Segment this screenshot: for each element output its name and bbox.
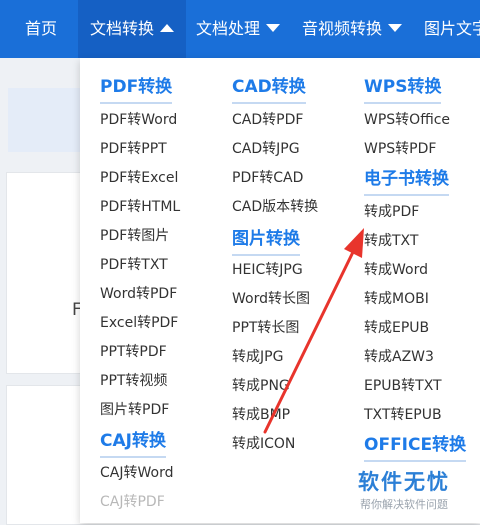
heading-caj-convert: CAJ转换 [100,426,166,458]
link-ebook-to-word[interactable]: 转成Word [364,259,428,279]
nav-av-convert[interactable]: 音视频转换 [302,0,403,58]
link-word-to-long-image[interactable]: Word转长图 [232,288,310,308]
heading-wps-convert: WPS转换 [364,72,442,104]
link-image-to-pdf[interactable]: 图片转PDF [100,399,169,419]
link-caj-to-pdf[interactable]: CAJ转PDF [100,491,165,511]
link-ppt-to-pdf[interactable]: PPT转PDF [100,341,167,361]
top-nav: 首页 文档转换 文档处理 音视频转换 图片文字 [0,0,480,58]
link-epub-to-txt[interactable]: EPUB转TXT [364,375,442,395]
link-cad-to-jpg[interactable]: CAD转JPG [232,138,300,158]
link-ppt-to-video[interactable]: PPT转视频 [100,370,167,390]
link-ppt-to-long-image[interactable]: PPT转长图 [232,317,299,337]
link-pdf-to-image[interactable]: PDF转图片 [100,225,169,245]
link-pdf-to-excel[interactable]: PDF转Excel [100,167,178,187]
link-pdf-to-word[interactable]: PDF转Word [100,109,177,129]
watermark-subtitle: 帮你解决软件问题 [360,498,448,511]
link-heic-to-jpg[interactable]: HEIC转JPG [232,259,303,279]
watermark-logo-text: 软件无忧 [358,470,450,494]
caret-up-icon [160,23,175,32]
nav-image-text[interactable]: 图片文字 [424,0,480,58]
nav-home[interactable]: 首页 [0,0,82,58]
nav-doc-process-label: 文档处理 [196,19,261,38]
caret-down-icon [266,23,281,32]
link-to-png[interactable]: 转成PNG [232,375,290,395]
link-to-icon[interactable]: 转成ICON [232,433,295,453]
link-ebook-to-mobi[interactable]: 转成MOBI [364,288,429,308]
link-ebook-to-azw3[interactable]: 转成AZW3 [364,346,434,366]
heading-cad-convert: CAD转换 [232,72,306,104]
link-ebook-to-epub[interactable]: 转成EPUB [364,317,429,337]
nav-image-text-label: 图片文字 [424,19,480,38]
link-ebook-to-txt[interactable]: 转成TXT [364,230,418,250]
link-to-bmp[interactable]: 转成BMP [232,404,290,424]
nav-home-label: 首页 [24,19,57,38]
heading-office-convert: OFFICE转换 [364,430,467,462]
heading-image-convert: 图片转换 [232,224,300,256]
heading-ebook-convert: 电子书转换 [364,164,449,196]
caret-down-icon [388,23,403,32]
link-cad-version-convert[interactable]: CAD版本转换 [232,196,318,216]
nav-av-convert-label: 音视频转换 [302,19,383,38]
heading-pdf-convert: PDF转换 [100,72,173,104]
link-ebook-to-pdf[interactable]: 转成PDF [364,201,419,221]
link-wps-to-office[interactable]: WPS转Office [364,109,450,129]
nav-doc-process[interactable]: 文档处理 [196,0,281,58]
link-wps-to-pdf[interactable]: WPS转PDF [364,138,436,158]
nav-doc-convert[interactable]: 文档转换 [78,0,186,58]
link-pdf-to-html[interactable]: PDF转HTML [100,196,180,216]
link-word-to-pdf[interactable]: Word转PDF [100,283,177,303]
link-caj-to-word[interactable]: CAJ转Word [100,462,173,482]
link-pdf-to-txt[interactable]: PDF转TXT [100,254,168,274]
link-pdf-to-cad[interactable]: PDF转CAD [232,167,303,187]
link-txt-to-epub[interactable]: TXT转EPUB [364,404,442,424]
nav-doc-convert-label: 文档转换 [90,19,155,38]
link-cad-to-pdf[interactable]: CAD转PDF [232,109,303,129]
link-excel-to-pdf[interactable]: Excel转PDF [100,312,178,332]
doc-convert-dropdown: PDF转换 PDF转Word PDF转PPT PDF转Excel PDF转HTM… [80,58,480,523]
link-to-jpg[interactable]: 转成JPG [232,346,283,366]
link-pdf-to-ppt[interactable]: PDF转PPT [100,138,167,158]
